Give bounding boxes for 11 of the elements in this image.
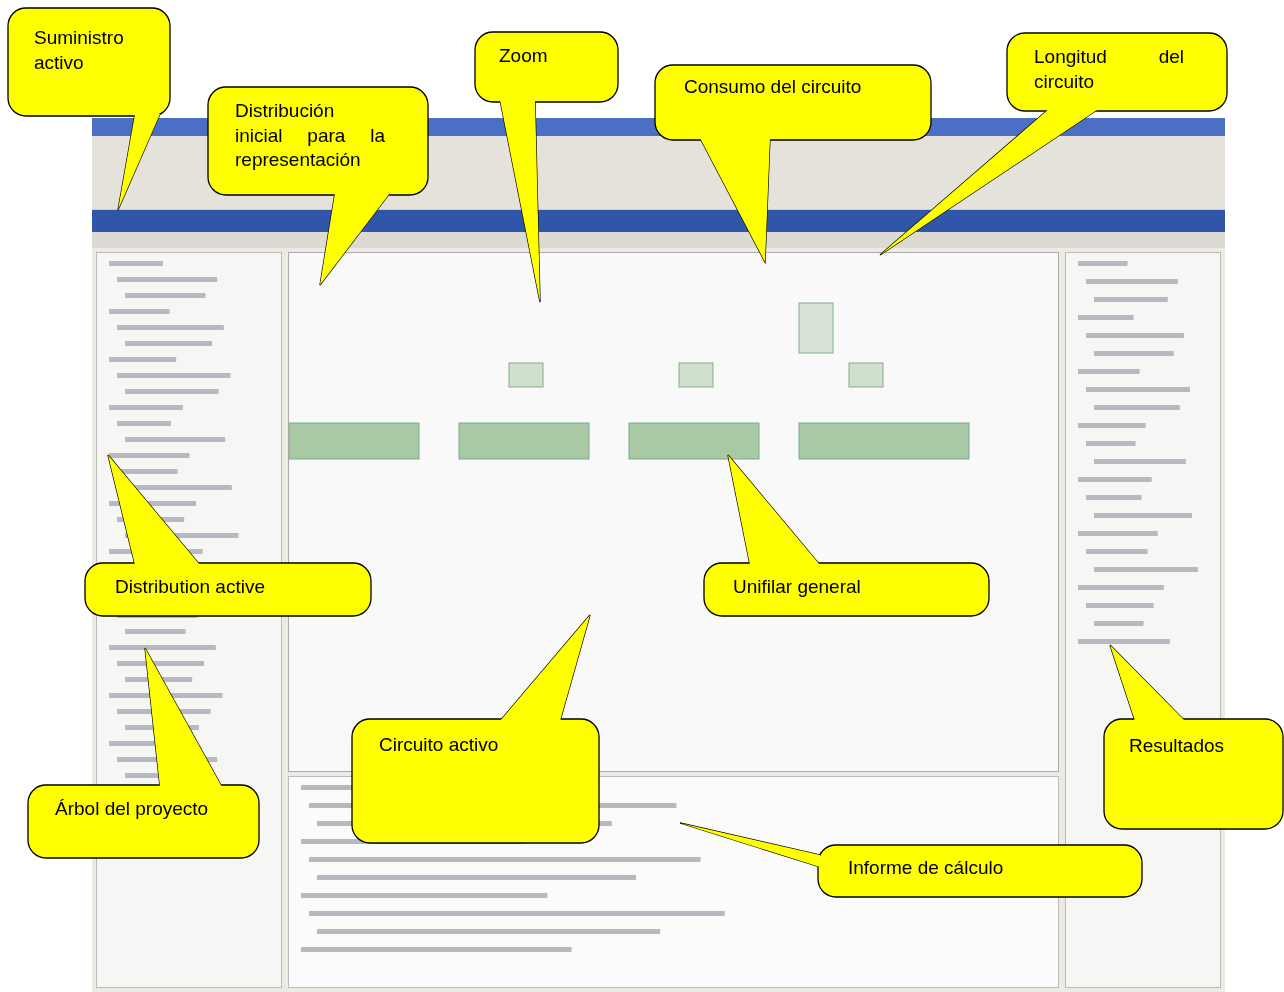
callout-label: Informe de cálculo bbox=[848, 856, 1005, 880]
callout-label: Distribución inicial para la representación bbox=[235, 99, 385, 173]
callout-label: Consumo del circuito bbox=[684, 75, 863, 99]
callout-label: Unifilar general bbox=[733, 575, 862, 599]
callout-label: Longitud del circuito bbox=[1034, 45, 1184, 94]
callout-label: Zoom bbox=[499, 44, 549, 68]
callout-label: Árbol del proyecto bbox=[55, 797, 210, 821]
callout-label: Circuito activo bbox=[379, 733, 500, 757]
callout-label: Resultados bbox=[1129, 734, 1226, 758]
callout-label: Distribution active bbox=[115, 575, 266, 599]
callout-label: Suministro activo bbox=[34, 26, 125, 75]
